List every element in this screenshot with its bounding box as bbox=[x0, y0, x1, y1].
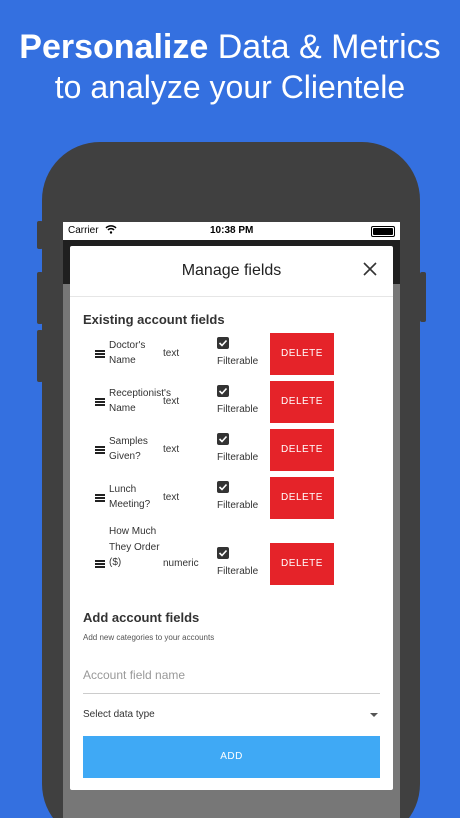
manage-fields-dialog: Manage fields Existing account fields Do… bbox=[70, 246, 393, 790]
filterable-label: Filterable bbox=[217, 404, 259, 415]
filterable-label: Filterable bbox=[217, 356, 259, 367]
data-type-select-label: Select data type bbox=[83, 709, 155, 720]
field-type: text bbox=[163, 396, 180, 407]
promo-line-1: Personalize Data & Metrics bbox=[0, 27, 460, 67]
add-fields-heading: Add account fields bbox=[83, 610, 200, 625]
phone-mute-switch bbox=[37, 221, 43, 249]
existing-fields-heading: Existing account fields bbox=[83, 312, 225, 327]
filterable-label: Filterable bbox=[217, 452, 259, 463]
delete-button[interactable]: DELETE bbox=[270, 429, 334, 471]
close-icon bbox=[363, 262, 377, 276]
checkmark-icon bbox=[218, 435, 228, 443]
filterable-checkbox[interactable] bbox=[217, 385, 229, 397]
field-name: Samples Given? bbox=[109, 435, 148, 463]
delete-button[interactable]: DELETE bbox=[270, 543, 334, 585]
promo-line-2: to analyze your Clientele bbox=[54, 69, 406, 105]
phone-volume-up bbox=[37, 272, 43, 324]
delete-button[interactable]: DELETE bbox=[270, 381, 334, 423]
add-field-button[interactable]: ADD bbox=[83, 736, 380, 778]
checkmark-icon bbox=[218, 387, 228, 395]
account-field-name-input[interactable] bbox=[83, 656, 380, 694]
delete-button[interactable]: DELETE bbox=[270, 477, 334, 519]
promo-line-1-rest: Data & Metrics bbox=[217, 28, 441, 66]
checkmark-icon bbox=[218, 549, 228, 557]
field-name: Doctor's Name bbox=[109, 339, 146, 367]
wifi-icon bbox=[105, 223, 117, 238]
carrier-label: Carrier bbox=[68, 225, 99, 236]
delete-button[interactable]: DELETE bbox=[270, 333, 334, 375]
filterable-label: Filterable bbox=[217, 566, 259, 577]
field-type: text bbox=[163, 492, 180, 503]
field-type: text bbox=[163, 444, 180, 455]
phone-power-button bbox=[420, 272, 426, 322]
field-name: Receptionist's Name bbox=[109, 387, 171, 415]
field-type: text bbox=[163, 348, 180, 359]
filterable-checkbox[interactable] bbox=[217, 433, 229, 445]
promo-headline: Personalize Data & Metrics to analyze yo… bbox=[0, 27, 460, 107]
drag-handle-icon[interactable] bbox=[95, 398, 105, 406]
caret-down-icon bbox=[370, 713, 378, 717]
filterable-checkbox[interactable] bbox=[217, 337, 229, 349]
drag-handle-icon[interactable] bbox=[95, 350, 105, 358]
field-type: numeric bbox=[163, 558, 199, 569]
dialog-title: Manage fields bbox=[181, 262, 282, 279]
status-bar: Carrier 10:38 PM bbox=[63, 222, 400, 240]
field-name: Lunch Meeting? bbox=[109, 483, 151, 511]
battery-icon bbox=[371, 226, 395, 237]
phone-volume-down bbox=[37, 330, 43, 382]
drag-handle-icon[interactable] bbox=[95, 560, 105, 568]
filterable-checkbox[interactable] bbox=[217, 547, 229, 559]
checkmark-icon bbox=[218, 483, 228, 491]
checkmark-icon bbox=[218, 339, 228, 347]
promo-bold-word: Personalize bbox=[19, 28, 209, 66]
filterable-checkbox[interactable] bbox=[217, 481, 229, 493]
filterable-label: Filterable bbox=[217, 500, 259, 511]
dialog-header: Manage fields bbox=[70, 246, 393, 297]
add-fields-description: Add new categories to your accounts bbox=[83, 633, 215, 642]
clock-time: 10:38 PM bbox=[210, 225, 254, 236]
field-name: How Much They Order ($) bbox=[109, 526, 160, 569]
close-button[interactable] bbox=[359, 258, 381, 280]
data-type-select[interactable]: Select data type bbox=[83, 704, 380, 726]
drag-handle-icon[interactable] bbox=[95, 494, 105, 502]
drag-handle-icon[interactable] bbox=[95, 446, 105, 454]
